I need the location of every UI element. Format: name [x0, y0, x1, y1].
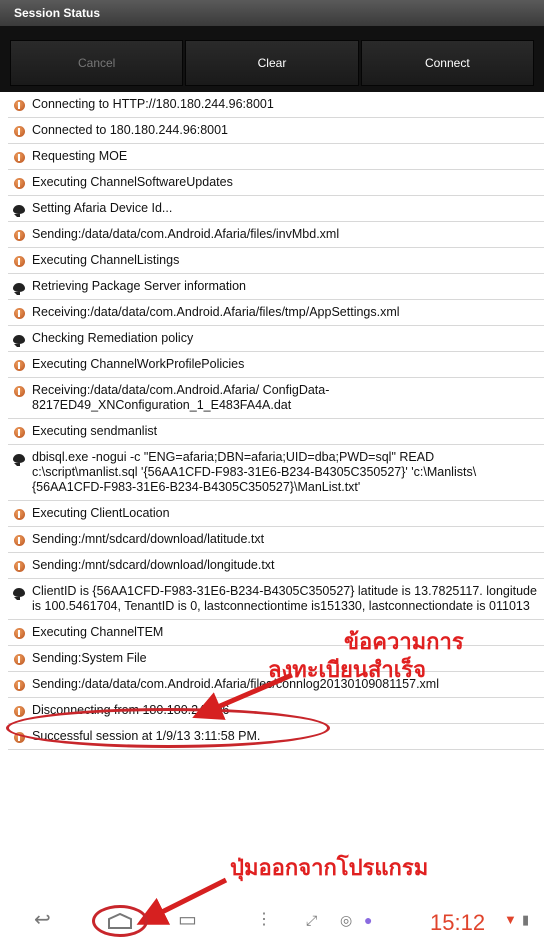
screenshot-icon: ⤢	[306, 912, 318, 928]
info-icon	[12, 124, 26, 138]
info-icon	[12, 98, 26, 112]
log-text: Receiving:/data/data/com.Android.Afaria/…	[32, 305, 400, 319]
log-text: Executing ChannelSoftwareUpdates	[32, 175, 233, 189]
log-row: Requesting MOE	[8, 144, 544, 170]
log-text: Connecting to HTTP://180.180.244.96:8001	[32, 97, 274, 111]
location-icon: ◎	[340, 912, 353, 928]
info-icon	[12, 678, 26, 692]
log-row: Setting Afaria Device Id...	[8, 196, 544, 222]
message-icon	[12, 585, 26, 600]
info-icon	[12, 425, 26, 439]
info-icon	[12, 228, 26, 242]
log-row: Executing sendmanlist	[8, 419, 544, 445]
wifi-icon: ▼	[504, 912, 517, 927]
log-row: Sending:/mnt/sdcard/download/longitude.t…	[8, 553, 544, 579]
connect-button[interactable]: Connect	[360, 40, 534, 86]
status-clock: 15:12	[430, 910, 486, 935]
log-row: Retrieving Package Server information	[8, 274, 544, 300]
log-row: Executing ChannelSoftwareUpdates	[8, 170, 544, 196]
log-text: Executing ChannelWorkProfilePolicies	[32, 357, 245, 371]
log-row: Executing ClientLocation	[8, 501, 544, 527]
info-icon	[12, 507, 26, 521]
info-icon	[12, 150, 26, 164]
back-icon[interactable]: ↩	[34, 905, 51, 935]
info-icon	[12, 652, 26, 666]
log-text: ClientID is {56AA1CFD-F983-31E6-B234-B43…	[32, 584, 537, 613]
cancel-button[interactable]: Cancel	[10, 40, 184, 86]
log-text: Receiving:/data/data/com.Android.Afaria/…	[32, 383, 330, 412]
log-row: dbisql.exe -nogui -c "ENG=afaria;DBN=afa…	[8, 445, 544, 501]
log-text: Sending:/mnt/sdcard/download/latitude.tx…	[32, 532, 265, 546]
message-icon	[12, 451, 26, 466]
log-text: dbisql.exe -nogui -c "ENG=afaria;DBN=afa…	[32, 450, 477, 494]
log-text: Executing ClientLocation	[32, 506, 170, 520]
info-icon	[12, 704, 26, 718]
annotation-text-3: ปุ่มออกจากโปรแกรม	[230, 856, 429, 881]
info-icon	[12, 559, 26, 573]
info-icon	[12, 626, 26, 640]
log-text: Setting Afaria Device Id...	[32, 201, 173, 215]
log-row: Connecting to HTTP://180.180.244.96:8001	[8, 92, 544, 118]
info-icon	[12, 254, 26, 268]
recent-apps-icon[interactable]: ▭	[178, 905, 197, 935]
message-icon	[12, 280, 26, 295]
message-icon	[12, 202, 26, 217]
window-title: Session Status	[0, 0, 544, 26]
message-icon	[12, 332, 26, 347]
log-row: Connected to 180.180.244.96:8001	[8, 118, 544, 144]
log-row: Executing ChannelWorkProfilePolicies	[8, 352, 544, 378]
log-text: Requesting MOE	[32, 149, 128, 163]
log-text: Sending:/mnt/sdcard/download/longitude.t…	[32, 558, 275, 572]
log-text: Retrieving Package Server information	[32, 279, 246, 293]
log-text: Sending:/data/data/com.Android.Afaria/fi…	[32, 227, 340, 241]
log-row: Sending:/mnt/sdcard/download/latitude.tx…	[8, 527, 544, 553]
info-icon	[12, 306, 26, 320]
info-icon	[12, 358, 26, 372]
toolbar: Cancel Clear Connect	[0, 26, 544, 92]
home-icon[interactable]	[92, 905, 148, 937]
log-row: Sending:/data/data/com.Android.Afaria/fi…	[8, 222, 544, 248]
info-icon	[12, 533, 26, 547]
log-row: Executing ChannelListings	[8, 248, 544, 274]
log-row: ClientID is {56AA1CFD-F983-31E6-B234-B43…	[8, 579, 544, 620]
highlight-ellipse	[6, 708, 330, 748]
annotation-text-2: ลงทะเบียนสำเร็จ	[268, 658, 426, 683]
log-row: Checking Remediation policy	[8, 326, 544, 352]
menu-icon[interactable]: ⋮	[256, 905, 272, 935]
clear-button[interactable]: Clear	[185, 40, 359, 86]
log-text: Checking Remediation policy	[32, 331, 194, 345]
log-text: Executing sendmanlist	[32, 424, 158, 438]
log-row: Receiving:/data/data/com.Android.Afaria/…	[8, 378, 544, 419]
info-icon	[12, 176, 26, 190]
android-icon: ●	[364, 912, 373, 928]
log-text: Connected to 180.180.244.96:8001	[32, 123, 229, 137]
log-row: Receiving:/data/data/com.Android.Afaria/…	[8, 300, 544, 326]
battery-icon: ▮	[522, 912, 530, 927]
info-icon	[12, 384, 26, 398]
log-text: Executing ChannelListings	[32, 253, 180, 267]
